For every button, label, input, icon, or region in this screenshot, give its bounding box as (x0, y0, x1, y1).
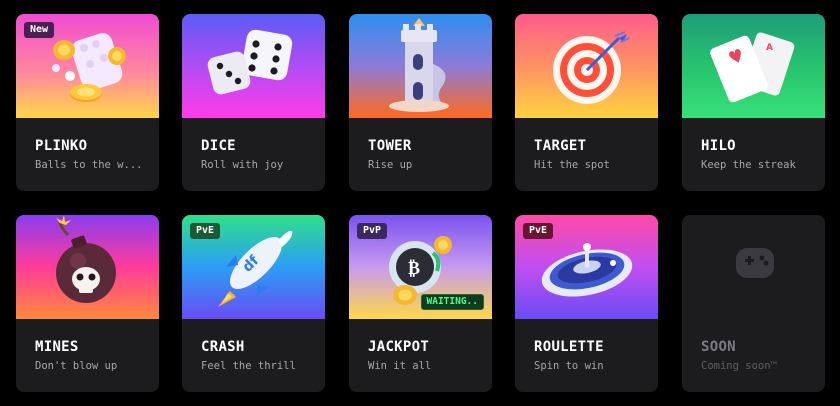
game-title: HILO (701, 138, 736, 154)
dice-thumbnail (182, 14, 325, 118)
game-title: PLINKO (35, 138, 88, 154)
game-card-jackpot[interactable]: ₿ PvP WAITING.. JACKPOT Win it all (349, 215, 492, 392)
game-subtitle: Spin to win (534, 360, 604, 372)
game-card-hilo[interactable]: A HILO Keep the streak (682, 14, 825, 191)
mines-thumbnail (16, 215, 159, 319)
soon-thumbnail (682, 215, 825, 319)
game-title: TARGET (534, 138, 587, 154)
hilo-thumbnail: A (682, 14, 825, 118)
crash-thumbnail: df PvE (182, 215, 325, 319)
game-card-tower[interactable]: TOWER Rise up (349, 14, 492, 191)
pvp-badge: PvP (357, 223, 388, 239)
game-subtitle: Keep the streak (701, 159, 796, 171)
pve-badge: PvE (190, 223, 221, 239)
game-subtitle: Hit the spot (534, 159, 610, 171)
game-subtitle: Balls to the w... (35, 159, 143, 171)
roulette-thumbnail: PvE (515, 215, 658, 319)
game-card-roulette[interactable]: PvE ROULETTE Spin to win (515, 215, 658, 392)
game-subtitle: Don't blow up (35, 360, 118, 372)
new-badge: New (24, 22, 55, 38)
game-title: CRASH (201, 339, 245, 355)
game-title: DICE (201, 138, 236, 154)
game-subtitle: Rise up (368, 159, 413, 171)
svg-text:₿: ₿ (408, 258, 420, 279)
pve-badge: PvE (523, 223, 554, 239)
tower-thumbnail (349, 14, 492, 118)
game-title: SOON (701, 339, 736, 355)
game-title: JACKPOT (368, 339, 430, 355)
game-card-mines[interactable]: MINES Don't blow up (16, 215, 159, 392)
status-badge: WAITING.. (420, 294, 484, 310)
game-card-plinko[interactable]: New PLINKO Balls to the w... (16, 14, 159, 191)
jackpot-thumbnail: ₿ PvP WAITING.. (349, 215, 492, 319)
game-title: ROULETTE (534, 339, 604, 355)
game-card-crash[interactable]: df PvE CRASH Feel the thrill (182, 215, 325, 392)
target-thumbnail (515, 14, 658, 118)
game-subtitle: Win it all (368, 360, 432, 372)
plinko-thumbnail: New (16, 14, 159, 118)
game-card-target[interactable]: TARGET Hit the spot (515, 14, 658, 191)
game-subtitle: Roll with joy (201, 159, 284, 171)
game-card-dice[interactable]: DICE Roll with joy (182, 14, 325, 191)
game-subtitle: Coming soon™ (701, 360, 777, 372)
gamepad-icon (736, 248, 774, 278)
game-subtitle: Feel the thrill (201, 360, 296, 372)
game-card-soon: SOON Coming soon™ (682, 215, 825, 392)
svg-text:A: A (766, 43, 773, 53)
game-title: MINES (35, 339, 79, 355)
game-title: TOWER (368, 138, 412, 154)
